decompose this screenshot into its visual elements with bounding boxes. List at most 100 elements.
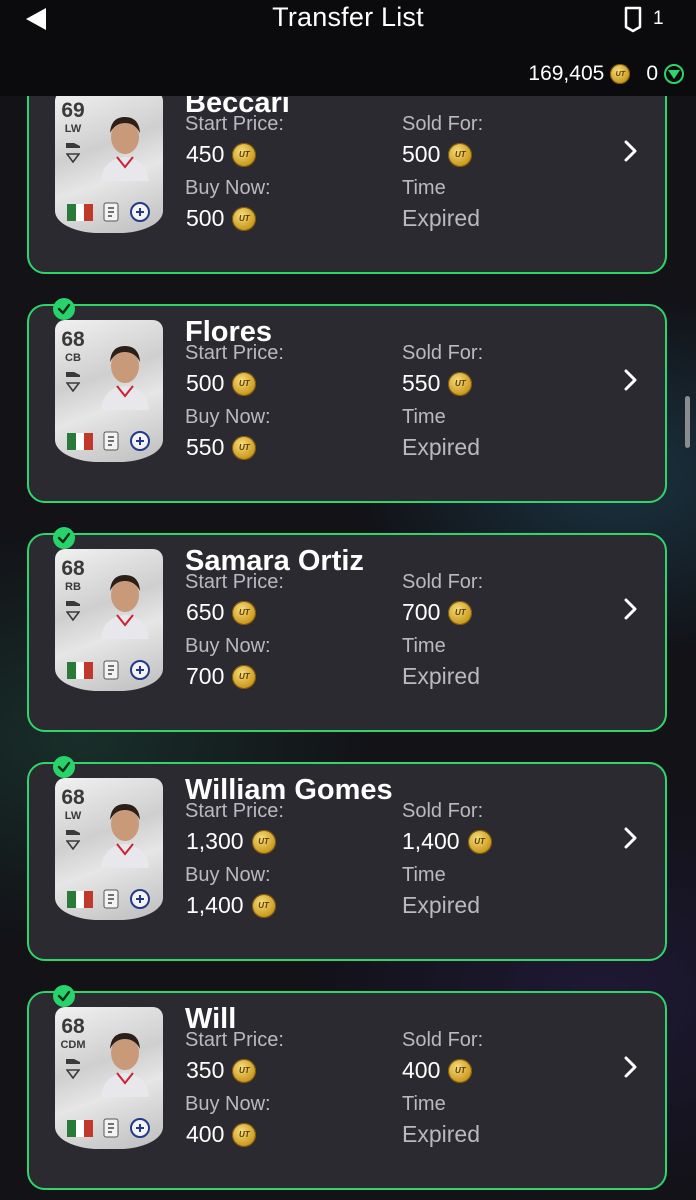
coin-icon: UT xyxy=(251,893,276,918)
sold-check-icon xyxy=(53,756,75,778)
player-portrait xyxy=(101,346,149,410)
nation-flag-icon xyxy=(66,661,93,679)
sold-for-label: Sold For: xyxy=(402,113,484,135)
chemistry-icon xyxy=(66,611,80,621)
sold-check-icon xyxy=(53,298,75,320)
start-price-label: Start Price: xyxy=(185,1029,284,1051)
buy-now-label: Buy Now: xyxy=(185,177,271,199)
card-icon xyxy=(624,6,642,33)
coin-icon: UT xyxy=(232,435,257,460)
transfer-item-card-3[interactable]: 68 LW William Gomes Start Price: 1,300 UT… xyxy=(27,756,667,961)
start-price-label: Start Price: xyxy=(185,800,284,822)
start-price-label: Start Price: xyxy=(185,113,284,135)
time-value: Expired xyxy=(402,205,480,231)
cards-counter[interactable]: 1 xyxy=(623,4,664,34)
points-balance: 0 xyxy=(646,62,658,85)
buy-now-value: 400 UT xyxy=(186,1121,257,1148)
transfer-item-card-2[interactable]: 68 RB Samara Ortiz Start Price: 650 UT Bu… xyxy=(27,527,667,732)
chevron-right-icon[interactable] xyxy=(623,1055,639,1079)
league-badge-icon xyxy=(103,889,119,909)
coin-icon: UT xyxy=(448,371,473,396)
player-rating: 68 xyxy=(61,786,85,809)
boot-icon xyxy=(66,601,80,606)
start-price-label: Start Price: xyxy=(185,342,284,364)
player-rating: 68 xyxy=(61,328,85,351)
club-badge-icon xyxy=(130,1118,151,1138)
start-price-value: 350 UT xyxy=(186,1057,257,1084)
sold-check-icon xyxy=(53,985,75,1007)
chevron-right-icon[interactable] xyxy=(623,826,639,850)
boot-icon xyxy=(66,372,80,377)
card-badges xyxy=(63,1117,155,1139)
coin-icon: UT xyxy=(232,206,257,231)
player-position: RB xyxy=(65,581,81,593)
chevron-right-icon[interactable] xyxy=(623,597,639,621)
chevron-right-icon[interactable] xyxy=(623,368,639,392)
coin-icon: UT xyxy=(232,664,257,689)
player-card: 68 CDM xyxy=(55,1007,163,1149)
boot-icon xyxy=(66,143,80,148)
buy-now-value: 1,400 UT xyxy=(186,892,276,919)
club-badge-icon xyxy=(130,431,151,451)
coin-icon: UT xyxy=(232,371,257,396)
club-badge-icon xyxy=(130,202,151,222)
buy-now-value: 550 UT xyxy=(186,434,257,461)
club-badge-icon xyxy=(130,889,151,909)
buy-now-label: Buy Now: xyxy=(185,635,271,657)
player-position: CB xyxy=(65,352,81,364)
time-label: Time xyxy=(402,864,446,886)
chemistry-icon xyxy=(66,1069,80,1079)
transfer-item-card-0[interactable]: 69 LW Beccari Start Price: 450 UT Buy Now… xyxy=(27,96,667,274)
time-label: Time xyxy=(402,1093,446,1115)
card-badges xyxy=(63,888,155,910)
start-price-value: 1,300 UT xyxy=(186,828,276,855)
time-label: Time xyxy=(402,177,446,199)
player-rating: 68 xyxy=(61,1015,85,1038)
boot-icon xyxy=(66,830,80,835)
sold-for-label: Sold For: xyxy=(402,571,484,593)
transfer-list[interactable]: 69 LW Beccari Start Price: 450 UT Buy Now… xyxy=(0,96,696,1200)
sold-for-value: 700 UT xyxy=(402,599,473,626)
time-value: Expired xyxy=(402,434,480,460)
sold-for-value: 550 UT xyxy=(402,370,473,397)
league-badge-icon xyxy=(103,202,119,222)
start-price-value: 650 UT xyxy=(186,599,257,626)
time-label: Time xyxy=(402,406,446,428)
coin-icon: UT xyxy=(232,600,257,625)
scrollbar[interactable] xyxy=(685,396,690,448)
coin-icon: UT xyxy=(251,829,276,854)
coin-icon: UT xyxy=(232,142,257,167)
club-badge-icon xyxy=(130,660,151,680)
buy-now-value: 500 UT xyxy=(186,205,257,232)
player-portrait xyxy=(101,1033,149,1097)
coin-balance: 169,405 xyxy=(528,62,605,85)
points-icon xyxy=(664,64,684,84)
sold-for-value: 500 UT xyxy=(402,141,473,168)
transfer-item-card-1[interactable]: 68 CB Flores Start Price: 500 UT Buy Now:… xyxy=(27,298,667,503)
player-card: 68 LW xyxy=(55,778,163,920)
coin-icon: UT xyxy=(467,829,492,854)
player-rating: 69 xyxy=(61,99,85,122)
coin-icon: UT xyxy=(448,1058,473,1083)
start-price-value: 500 UT xyxy=(186,370,257,397)
cards-count: 1 xyxy=(653,8,664,29)
sold-for-label: Sold For: xyxy=(402,342,484,364)
league-badge-icon xyxy=(103,431,119,451)
coin-icon: UT xyxy=(232,1122,257,1147)
buy-now-label: Buy Now: xyxy=(185,406,271,428)
buy-now-label: Buy Now: xyxy=(185,864,271,886)
wallet: 169,405 UT 0 xyxy=(528,62,684,86)
buy-now-label: Buy Now: xyxy=(185,1093,271,1115)
player-position: CDM xyxy=(60,1039,86,1051)
buy-now-value: 700 UT xyxy=(186,663,257,690)
top-bar: Transfer List 1 169,405 UT 0 xyxy=(0,0,696,96)
start-price-value: 450 UT xyxy=(186,141,257,168)
player-portrait xyxy=(101,117,149,181)
nation-flag-icon xyxy=(66,1119,93,1137)
transfer-item-card-4[interactable]: 68 CDM Will Start Price: 350 UT Buy Now: … xyxy=(27,985,667,1190)
league-badge-icon xyxy=(103,660,119,680)
sold-check-icon xyxy=(53,527,75,549)
chevron-right-icon[interactable] xyxy=(623,139,639,163)
page-title: Transfer List xyxy=(272,2,424,32)
sold-for-value: 1,400 UT xyxy=(402,828,492,855)
